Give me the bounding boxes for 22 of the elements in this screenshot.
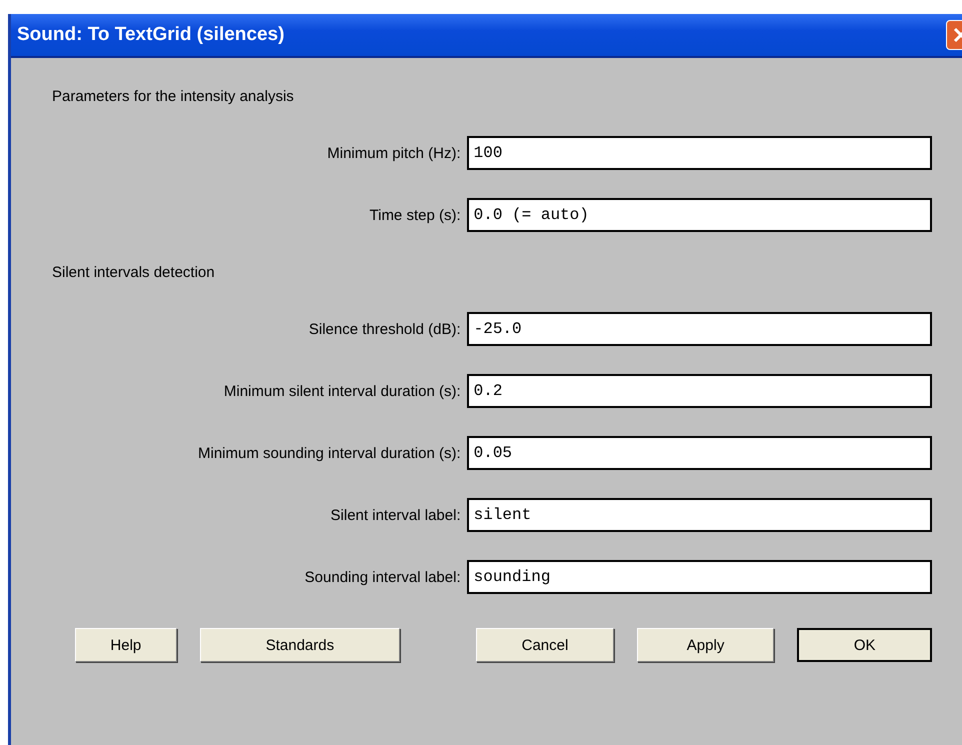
- input-field[interactable]: -25.0: [466, 312, 932, 346]
- dialog-button[interactable]: Apply: [636, 628, 774, 662]
- dialog-button[interactable]: Standards: [200, 628, 400, 662]
- dialog-button[interactable]: Cancel: [476, 628, 614, 662]
- dialog-button[interactable]: Help: [75, 628, 177, 662]
- field-label: Silent interval label:: [330, 506, 462, 524]
- input-field[interactable]: 0.0 (= auto): [466, 198, 932, 232]
- field-label: Minimum pitch (Hz):: [326, 144, 462, 162]
- input-field[interactable]: 100: [466, 136, 932, 170]
- field-label: Sounding interval label:: [304, 568, 462, 586]
- dialog-button[interactable]: OK: [797, 628, 932, 662]
- input-field[interactable]: 0.2: [466, 374, 932, 408]
- section-heading: Silent intervals detection: [52, 264, 215, 280]
- input-field[interactable]: silent: [466, 498, 932, 532]
- input-field[interactable]: 0.05: [466, 436, 932, 470]
- field-label: Time step (s):: [368, 206, 462, 224]
- field-label: Silence threshold (dB):: [308, 320, 462, 338]
- section-heading: Parameters for the intensity analysis: [52, 88, 294, 104]
- input-field[interactable]: sounding: [466, 560, 932, 594]
- field-label: Minimum sounding interval duration (s):: [197, 444, 462, 462]
- field-label: Minimum silent interval duration (s):: [222, 382, 462, 400]
- window-title: Sound: To TextGrid (silences): [17, 24, 284, 46]
